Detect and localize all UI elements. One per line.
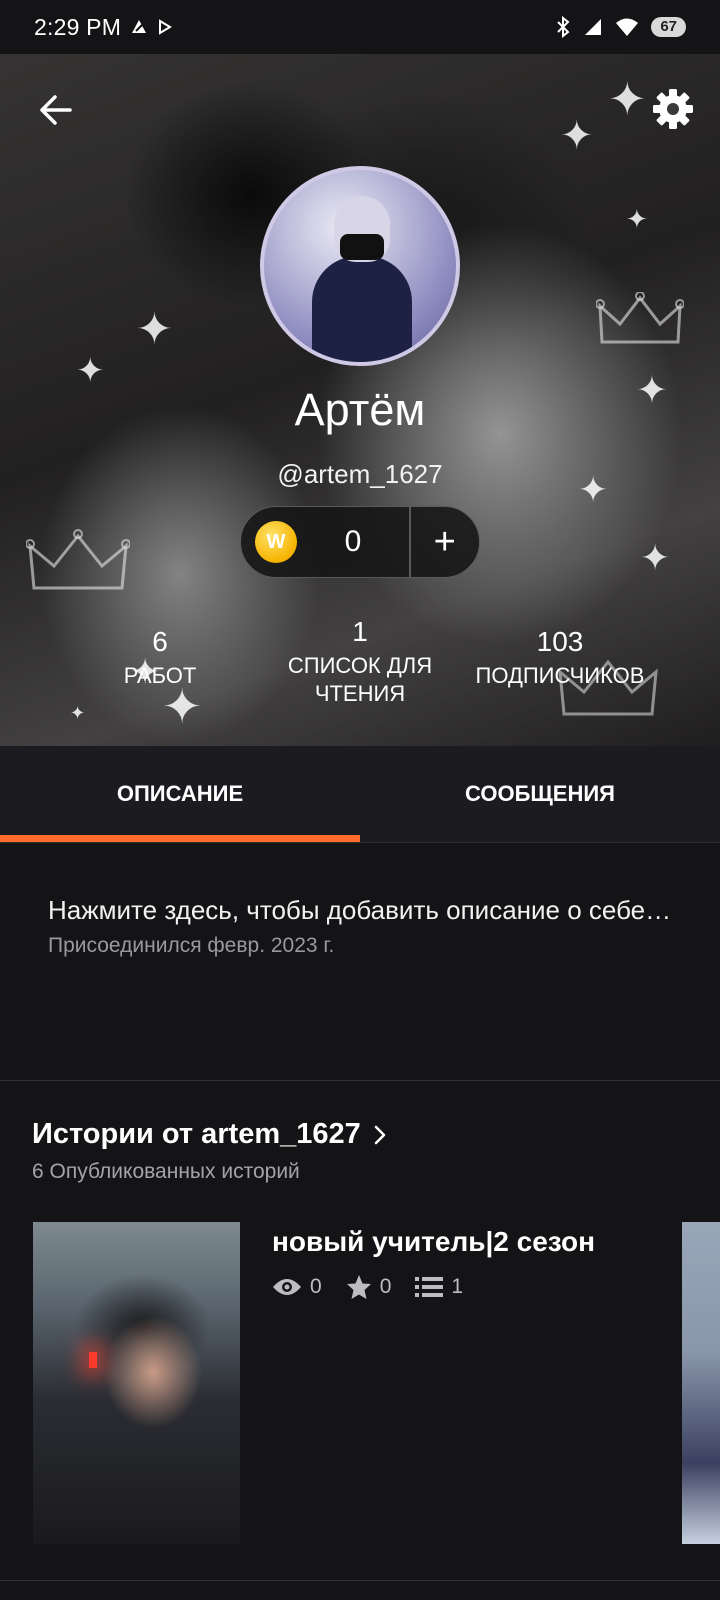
list-icon	[415, 1277, 444, 1297]
section-divider	[0, 1580, 720, 1581]
sparkle-icon: ✦	[608, 73, 647, 125]
story-views: 0	[272, 1275, 322, 1299]
tab-label: ОПИСАНИЕ	[116, 781, 244, 806]
stat-value: 103	[536, 626, 584, 657]
story-title[interactable]: новый учитель|2 сезон	[272, 1226, 595, 1258]
status-left: 2:29 PM	[34, 14, 173, 41]
active-tab-indicator	[0, 835, 360, 842]
status-right: 67	[555, 16, 686, 38]
views-count: 0	[310, 1275, 322, 1298]
stat-reading-list[interactable]: 1 СПИСОК ДЛЯ ЧТЕНИЯ	[270, 614, 450, 708]
story-votes: 0	[346, 1274, 392, 1300]
sparkle-icon: ✦	[626, 204, 648, 234]
status-bar: 2:29 PM 67	[0, 0, 720, 54]
avatar-mask	[340, 234, 384, 260]
avatar[interactable]	[260, 166, 460, 366]
joined-date: Присоединился февр. 2023 г.	[48, 934, 335, 957]
signal-icon	[585, 19, 602, 35]
chevron-right-icon	[374, 1125, 386, 1144]
back-button[interactable]	[34, 88, 78, 132]
coins-widget[interactable]: W 0 +	[240, 506, 480, 578]
about-placeholder[interactable]: Нажмите здесь, чтобы добавить описание о…	[48, 890, 688, 930]
about-section[interactable]: Нажмите здесь, чтобы добавить описание о…	[48, 890, 688, 958]
stat-works[interactable]: 6 РАБОТ	[100, 624, 220, 690]
stat-label: ПОДПИСЧИКОВ	[475, 663, 645, 688]
profile-tabs: ОПИСАНИЕ СООБЩЕНИЯ	[0, 746, 720, 842]
wifi-icon	[616, 18, 639, 36]
stories-title: Истории от artem_1627	[32, 1118, 361, 1150]
gear-icon	[653, 89, 693, 129]
story-parts: 1	[415, 1275, 463, 1299]
tab-label: СООБЩЕНИЯ	[465, 781, 615, 806]
story-cover-next[interactable]	[682, 1222, 720, 1544]
stat-label: РАБОТ	[123, 663, 197, 688]
sparkle-icon: ✦	[136, 305, 173, 354]
plus-icon: +	[433, 520, 456, 563]
tab-description[interactable]: ОПИСАНИЕ	[0, 746, 360, 842]
profile-header: ✦ ✦ ✦ ✦ ✦ ✦ ✦ ✦ ✦ ✦ ✦ Артём @artem_1627 …	[0, 54, 720, 746]
play-icon	[159, 19, 173, 35]
stories-header[interactable]: Истории от artem_1627	[32, 1118, 389, 1151]
eye-icon	[273, 1279, 301, 1295]
story-cover[interactable]	[33, 1222, 240, 1544]
tab-messages[interactable]: СООБЩЕНИЯ	[360, 746, 720, 842]
sparkle-icon: ✦	[560, 114, 594, 158]
sparkle-icon: ✦	[640, 537, 671, 578]
story-stats: 0 0 1	[272, 1274, 477, 1300]
sparkle-icon: ✦	[76, 352, 105, 390]
bluetooth-icon	[557, 16, 570, 38]
display-name: Артём	[294, 384, 426, 435]
star-icon	[346, 1275, 371, 1299]
status-time: 2:29 PM	[34, 13, 122, 40]
stat-value: 6	[152, 626, 168, 657]
crown-icon	[26, 529, 130, 590]
notification-icon	[132, 20, 147, 33]
username: @artem_1627	[277, 459, 443, 489]
settings-button[interactable]	[650, 86, 696, 132]
stat-value: 1	[352, 616, 368, 647]
coin-count: 0	[344, 525, 362, 558]
battery-badge: 67	[651, 17, 686, 37]
avatar-figure	[312, 256, 412, 362]
add-coins-button[interactable]: +	[411, 506, 480, 578]
cover-light	[89, 1352, 97, 1368]
profile-stats: 6 РАБОТ 1 СПИСОК ДЛЯ ЧТЕНИЯ 103 ПОДПИСЧИ…	[0, 616, 720, 734]
coin-icon: W	[255, 521, 297, 563]
section-divider	[0, 1080, 720, 1081]
stat-followers[interactable]: 103 ПОДПИСЧИКОВ	[460, 624, 660, 690]
votes-count: 0	[379, 1275, 392, 1298]
stories-count: 6 Опубликованных историй	[32, 1160, 300, 1183]
stat-label: СПИСОК ДЛЯ ЧТЕНИЯ	[287, 653, 433, 706]
tabs-divider	[0, 842, 720, 843]
back-arrow-icon	[40, 95, 72, 125]
crown-icon	[596, 292, 684, 344]
parts-count: 1	[451, 1275, 464, 1298]
